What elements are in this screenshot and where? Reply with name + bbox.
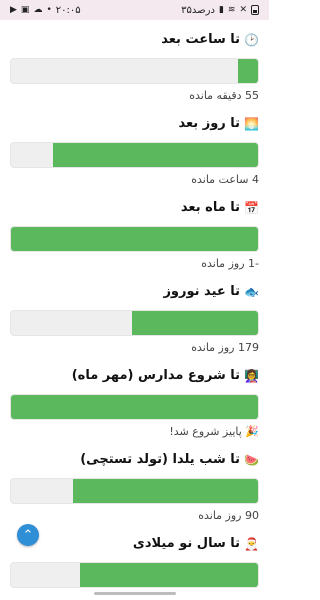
- progress-fill: [238, 59, 258, 83]
- progress-bar: [10, 478, 259, 504]
- remaining-text: 90 روز مانده: [198, 509, 259, 522]
- countdown-title: 📅 تا ماه بعد: [10, 198, 259, 218]
- progress-fill: [11, 395, 258, 419]
- countdown-title: 🎅 تا سال نو میلادی: [10, 534, 259, 554]
- progress-fill: [80, 563, 258, 587]
- countdown-title: 🌅 تا روز بعد: [10, 114, 259, 134]
- progress-bar: [10, 226, 259, 252]
- countdown-item: 👩‍🏫 تا شروع مدارس (مهر ماه) 🎉 پاییز شروع ش…: [10, 366, 259, 440]
- progress-bar: [10, 310, 259, 336]
- remaining-text: 179 روز مانده: [191, 341, 259, 354]
- countdown-title-text: تا ساعت بعد: [161, 32, 241, 47]
- countdown-title: 👩‍🏫 تا شروع مدارس (مهر ماه): [10, 366, 259, 386]
- countdown-list: 🕑 تا ساعت بعد 55 دقیقه مانده 🌅 تا روز بعد 4 س…: [0, 20, 269, 600]
- countdown-title-text: تا روز بعد: [178, 116, 241, 131]
- countdown-title: 🕑 تا ساعت بعد: [10, 30, 259, 50]
- countdown-title-text: تا شب یلدا (تولد تستچی): [80, 452, 241, 467]
- progress-fill: [132, 311, 258, 335]
- wifi-icon: ≋: [227, 4, 236, 15]
- progress-fill: [72, 479, 258, 503]
- status-right: ۳۵درصد ▮ ≋ ✕: [181, 5, 259, 16]
- countdown-emoji-icon: 🍉: [244, 453, 259, 467]
- countdown-title-text: تا ماه بعد: [180, 200, 241, 215]
- play-icon: ▶: [10, 4, 17, 15]
- remaining-text: 🎉 پاییز شروع شد!: [169, 425, 259, 438]
- countdown-item: 📅 تا ماه بعد -1 روز مانده: [10, 198, 259, 272]
- countdown-emoji-icon: 📅: [244, 201, 259, 215]
- battery-percent: ۳۵درصد: [181, 4, 215, 16]
- countdown-item: 🎅 تا سال نو میلادی: [10, 534, 259, 600]
- countdown-item: 🕑 تا ساعت بعد 55 دقیقه مانده: [10, 30, 259, 104]
- status-bar: ▶ ▣ ☁ • ۲۰:۰۵ ۳۵درصد ▮ ≋ ✕: [0, 0, 269, 20]
- remaining-text: 4 ساعت مانده: [191, 173, 259, 186]
- progress-bar: [10, 562, 259, 588]
- mute-icon: ✕: [239, 4, 247, 15]
- countdown-title-text: تا عید نوروز: [163, 284, 241, 299]
- progress-bar: [10, 142, 259, 168]
- progress-fill: [11, 227, 258, 251]
- countdown-emoji-icon: 🕑: [244, 33, 259, 47]
- chevron-up-icon: ⌃: [22, 527, 34, 543]
- battery-icon: [251, 5, 259, 15]
- countdown-item: 🐟 تا عید نوروز 179 روز مانده: [10, 282, 259, 356]
- image-icon: ▣: [20, 4, 30, 15]
- cloud-icon: ☁: [33, 4, 43, 15]
- scroll-top-button[interactable]: ⌃: [17, 524, 39, 546]
- status-left: ▶ ▣ ☁ • ۲۰:۰۵: [10, 5, 81, 16]
- countdown-emoji-icon: 🐟: [244, 285, 259, 299]
- countdown-emoji-icon: 🎅: [244, 537, 259, 551]
- progress-bar: [10, 394, 259, 420]
- countdown-title: 🍉 تا شب یلدا (تولد تستچی): [10, 450, 259, 470]
- progress-fill: [53, 143, 258, 167]
- status-time: ۲۰:۰۵: [55, 4, 81, 16]
- gesture-handle: [93, 592, 176, 595]
- countdown-emoji-icon: 🌅: [244, 117, 259, 131]
- progress-bar: [10, 58, 259, 84]
- countdown-item: 🌅 تا روز بعد 4 ساعت مانده: [10, 114, 259, 188]
- dot-icon: •: [46, 4, 52, 15]
- countdown-title-text: تا سال نو میلادی: [132, 536, 241, 551]
- remaining-text: 55 دقیقه مانده: [189, 89, 259, 102]
- countdown-title: 🐟 تا عید نوروز: [10, 282, 259, 302]
- countdown-title-text: تا شروع مدارس (مهر ماه): [71, 368, 241, 383]
- remaining-text: -1 روز مانده: [201, 257, 259, 270]
- countdown-emoji-icon: 👩‍🏫: [244, 369, 259, 383]
- signal-icon: ▮: [218, 4, 224, 15]
- countdown-item: 🍉 تا شب یلدا (تولد تستچی) 90 روز مانده: [10, 450, 259, 524]
